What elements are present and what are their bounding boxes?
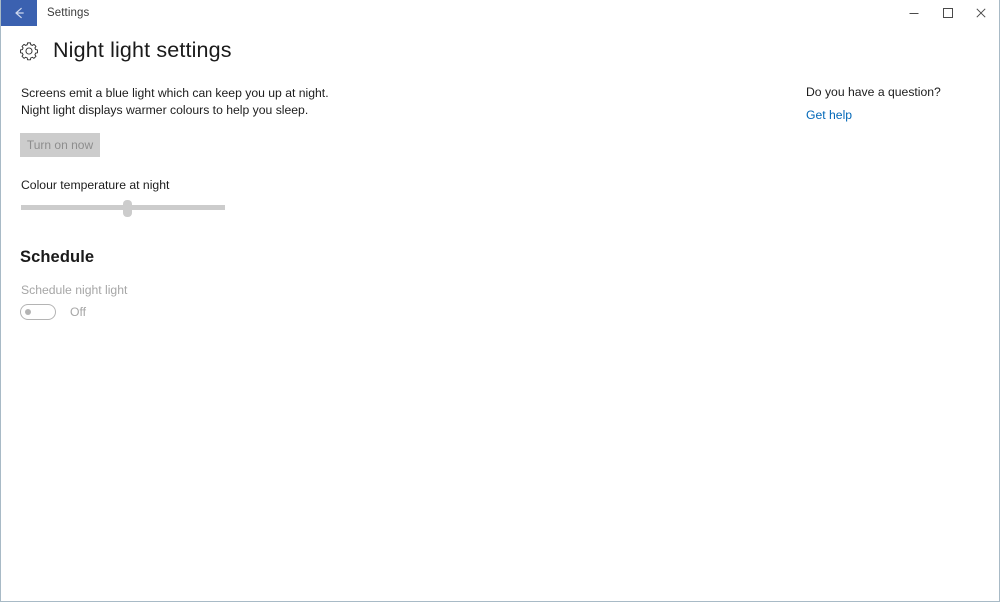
minimize-button[interactable]: [899, 0, 929, 26]
schedule-night-light-label: Schedule night light: [21, 283, 128, 297]
maximize-icon: [942, 7, 954, 19]
title-bar: Settings: [1, 0, 999, 26]
schedule-heading: Schedule: [20, 248, 95, 266]
page-header: Night light settings: [19, 38, 232, 63]
help-panel: Do you have a question? Get help: [806, 85, 986, 124]
close-icon: [975, 7, 987, 19]
back-arrow-icon: [11, 5, 27, 21]
minimize-icon: [908, 7, 920, 19]
toggle-state-label: Off: [70, 305, 87, 319]
schedule-toggle-row: Off: [20, 304, 86, 320]
slider-thumb[interactable]: [123, 200, 133, 217]
back-button[interactable]: [1, 0, 37, 26]
turn-on-now-button[interactable]: Turn on now: [20, 133, 100, 157]
page-title: Night light settings: [53, 38, 232, 62]
colour-temperature-label: Colour temperature at night: [21, 178, 170, 192]
close-button[interactable]: [966, 0, 996, 26]
help-heading: Do you have a question?: [806, 85, 941, 99]
colour-temperature-slider[interactable]: [21, 200, 225, 218]
maximize-button[interactable]: [933, 0, 963, 26]
window-title: Settings: [47, 7, 90, 19]
get-help-link[interactable]: Get help: [806, 108, 852, 122]
schedule-night-light-toggle[interactable]: [20, 304, 56, 320]
settings-window: Settings Night light settings Screens em…: [0, 0, 1000, 602]
description-text: Screens emit a blue light which can keep…: [21, 86, 329, 117]
toggle-knob: [25, 309, 31, 315]
gear-icon: [19, 41, 53, 61]
